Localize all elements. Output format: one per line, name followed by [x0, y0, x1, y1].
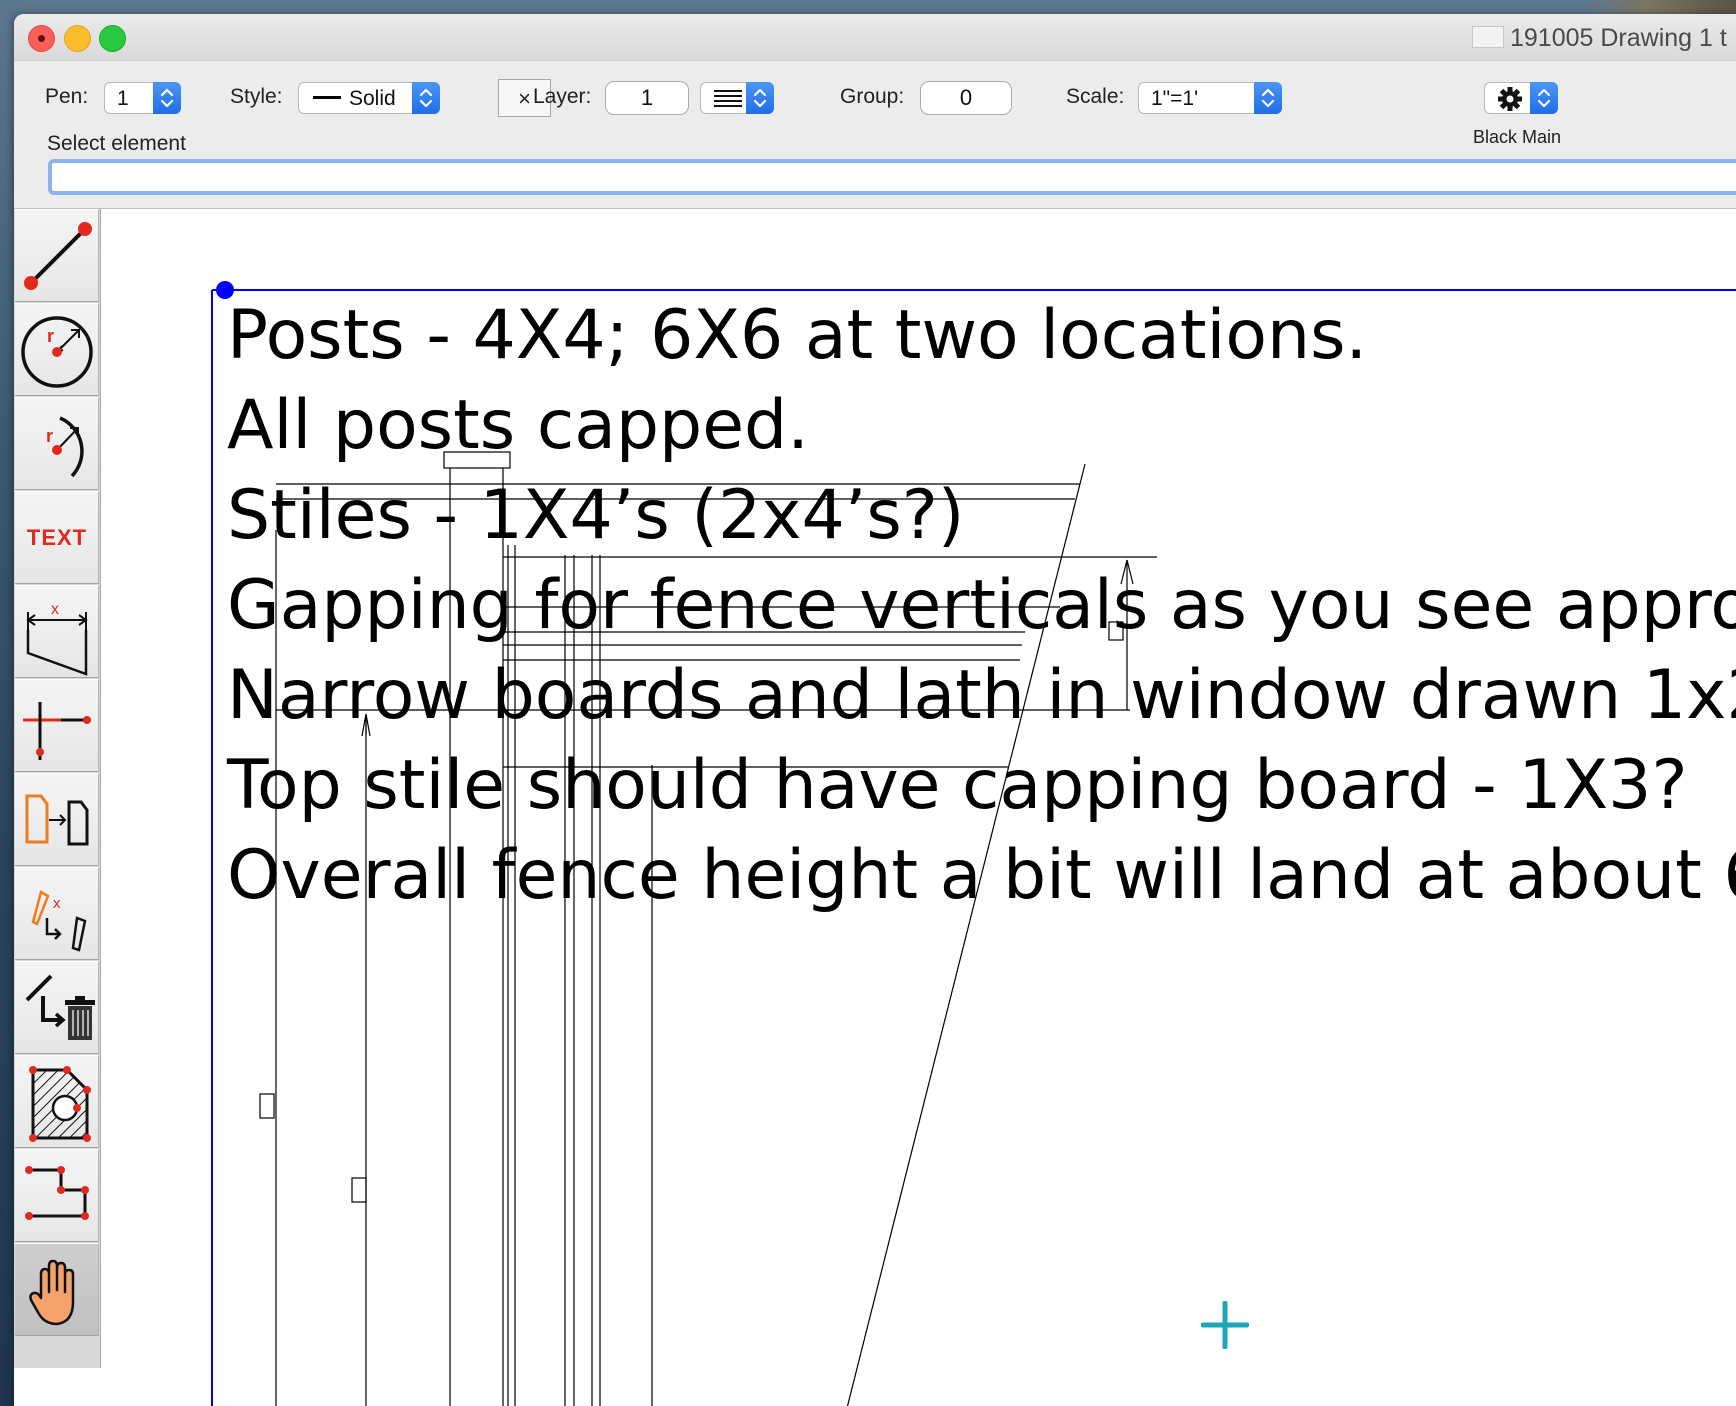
- style-label: Style:: [230, 85, 283, 108]
- drawing-window: 191005 Drawing 1 t Pen: 1 Style: Solid ×…: [14, 14, 1736, 1406]
- chevron-updown-icon: [1530, 82, 1558, 114]
- window-title: 191005 Drawing 1 t: [1472, 24, 1727, 53]
- scale-label: Scale:: [1066, 85, 1125, 108]
- circle-tool[interactable]: r: [15, 303, 99, 396]
- svg-text:x: x: [51, 601, 59, 618]
- svg-text:x: x: [53, 895, 61, 912]
- scale-select[interactable]: 1"=1': [1138, 82, 1282, 114]
- dimension-icon: x: [26, 601, 88, 676]
- arc-tool[interactable]: r: [15, 397, 99, 490]
- minimize-window-button[interactable]: [64, 25, 91, 52]
- settings-caption: Black Main: [1473, 127, 1562, 147]
- layer-list-select[interactable]: [700, 82, 774, 114]
- title-bar[interactable]: 191005 Drawing 1 t: [14, 14, 1736, 61]
- pen-select[interactable]: 1: [104, 82, 181, 114]
- layer-label: Layer:: [533, 85, 592, 108]
- circle-radius-icon: r: [21, 316, 93, 388]
- polyline-icon: [25, 1166, 89, 1220]
- pencil-change-icon: x: [31, 890, 87, 952]
- line-icon: [24, 222, 92, 290]
- chevron-updown-icon: [153, 82, 181, 114]
- svg-text:r: r: [47, 326, 54, 346]
- command-prompt: Select element: [47, 132, 186, 155]
- line-style-select[interactable]: Solid: [298, 82, 440, 114]
- group-label: Group:: [840, 85, 905, 108]
- chevron-updown-icon: [746, 82, 774, 114]
- text-tool-label: TEXT: [26, 525, 88, 550]
- hatch-icon: [29, 1066, 91, 1142]
- svg-text:r: r: [46, 426, 53, 446]
- text-tool[interactable]: TEXT: [15, 491, 99, 584]
- unsaved-dot-icon: [38, 35, 45, 42]
- notes-text-block[interactable]: Posts - 4X4; 6X6 at two locations. All p…: [227, 291, 1736, 921]
- tool-palette: r r TEXT x x: [14, 209, 101, 1368]
- note-line: All posts capped.: [227, 386, 809, 465]
- line-style-text: Solid: [349, 87, 396, 110]
- trash-icon: [25, 974, 95, 1040]
- crosshair-cursor-icon: [1201, 1301, 1249, 1349]
- copy-move-tool[interactable]: [15, 773, 99, 866]
- chevron-updown-icon: [1254, 82, 1282, 114]
- pen-value: 1: [117, 87, 129, 110]
- group-field[interactable]: 0: [920, 81, 1012, 115]
- command-input[interactable]: [48, 159, 1736, 195]
- arc-radius-icon: r: [46, 416, 84, 478]
- pen-label: Pen:: [45, 85, 89, 108]
- trim-icon: [23, 702, 91, 760]
- window-title-text: 191005 Drawing 1 t: [1510, 24, 1727, 52]
- note-line: Stiles - 1X4’s (2x4’s?): [227, 476, 965, 555]
- drawing-canvas[interactable]: Posts - 4X4; 6X6 at two locations. All p…: [101, 209, 1736, 1406]
- hand-icon: [29, 1259, 75, 1326]
- polyline-tool[interactable]: [15, 1149, 99, 1242]
- line-style-value: Solid: [313, 87, 396, 111]
- copy-move-icon: [25, 794, 89, 846]
- layer-field[interactable]: 1: [605, 81, 689, 115]
- document-icon: [1472, 26, 1504, 48]
- pan-tool[interactable]: [15, 1243, 99, 1336]
- hatch-tool[interactable]: [15, 1055, 99, 1148]
- note-line: Posts - 4X4; 6X6 at two locations.: [227, 296, 1368, 375]
- gear-icon: [1497, 86, 1523, 118]
- chevron-updown-icon: [412, 82, 440, 114]
- change-attributes-tool[interactable]: x: [15, 867, 99, 960]
- dimension-tool[interactable]: x: [15, 585, 99, 678]
- delete-tool[interactable]: [15, 961, 99, 1054]
- trim-extend-tool[interactable]: [15, 679, 99, 772]
- close-window-button[interactable]: [28, 25, 55, 52]
- zoom-window-button[interactable]: [99, 25, 126, 52]
- note-line: Top stile should have capping board - 1X…: [227, 746, 1688, 825]
- settings-menu-button[interactable]: [1484, 82, 1558, 114]
- note-line: Gapping for fence verticals as you see a…: [227, 566, 1736, 645]
- note-line: Narrow boards and lath in window drawn 1…: [227, 656, 1736, 735]
- list-lines-icon: [713, 89, 743, 115]
- attributes-toolbar: Pen: 1 Style: Solid × Layer: 1 Group: 0: [14, 61, 1736, 209]
- scale-value: 1"=1': [1151, 87, 1199, 110]
- solid-line-icon: [313, 96, 341, 99]
- line-tool[interactable]: [15, 209, 99, 302]
- note-line: Overall fence height a bit will land at …: [227, 836, 1736, 915]
